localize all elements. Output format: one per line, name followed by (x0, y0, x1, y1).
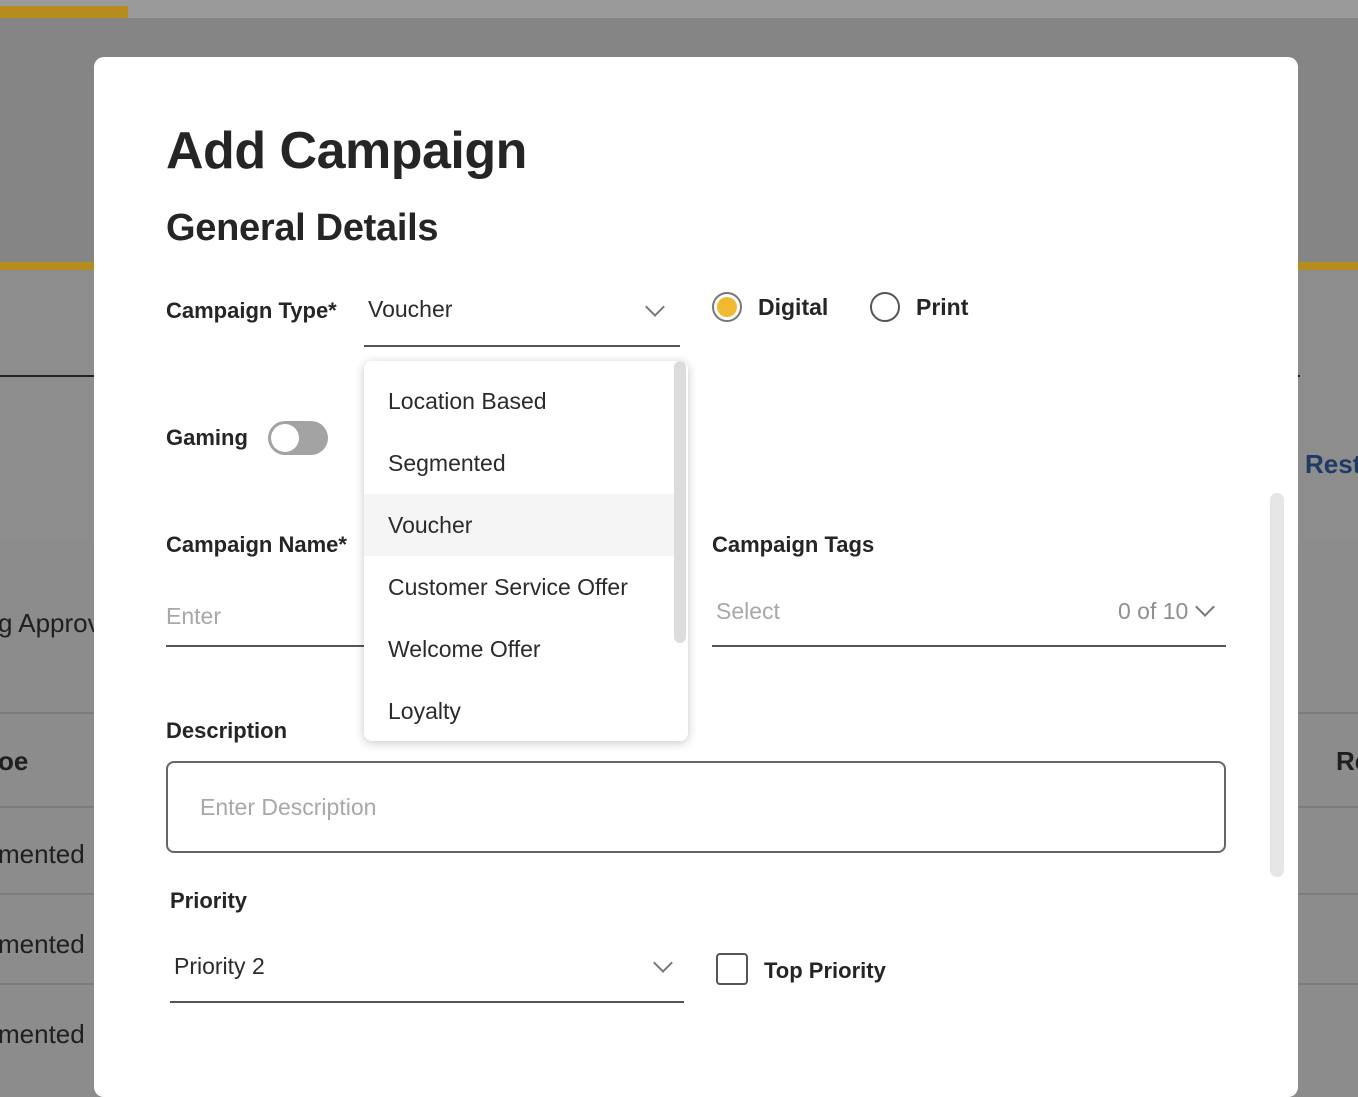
dropdown-option-welcome-offer[interactable]: Welcome Offer (364, 618, 674, 680)
campaign-tags-count: 0 of 10 (1118, 598, 1189, 624)
radio-print-label: Print (916, 293, 969, 320)
campaign-type-dropdown: Location Based Segmented Voucher Custome… (364, 361, 688, 741)
toggle-knob (271, 424, 299, 452)
campaign-type-label: Campaign Type* (166, 298, 337, 323)
background-active-tab-indicator (0, 6, 128, 18)
campaign-tags-select[interactable]: Select 0 of 10 (712, 587, 1226, 647)
description-input[interactable] (166, 761, 1226, 853)
add-campaign-modal: Add Campaign General Details Campaign Ty… (94, 57, 1298, 1097)
priority-value: Priority 2 (174, 953, 265, 979)
gaming-toggle[interactable] (268, 421, 328, 455)
background-status-text: g Approv (0, 608, 101, 638)
priority-select[interactable]: Priority 2 (170, 943, 684, 1003)
campaign-tags-label: Campaign Tags (712, 532, 875, 557)
radio-selected-icon (712, 292, 742, 322)
description-label: Description (166, 718, 288, 743)
chevron-down-icon (645, 297, 665, 317)
dropdown-option-loyalty[interactable]: Loyalty (364, 680, 674, 741)
chevron-down-icon (653, 953, 673, 973)
radio-digital[interactable]: Digital (712, 292, 828, 322)
top-priority-label: Top Priority (764, 958, 886, 983)
background-column-header: Re (1336, 746, 1358, 776)
background-table-cell: mented (0, 839, 85, 869)
radio-unselected-icon (870, 292, 900, 322)
priority-label: Priority (170, 888, 248, 913)
campaign-type-value: Voucher (368, 296, 453, 322)
background-table-cell: mented (0, 929, 85, 959)
campaign-name-input[interactable] (166, 587, 366, 647)
radio-print[interactable]: Print (870, 292, 968, 322)
modal-title: Add Campaign (166, 122, 527, 180)
dropdown-option-voucher[interactable]: Voucher (364, 494, 674, 556)
background-column-header: oe (0, 746, 29, 776)
background-reset-link: Rest (1305, 449, 1358, 479)
top-priority-checkbox[interactable] (716, 953, 748, 985)
dropdown-option-location-based[interactable]: Location Based (364, 370, 674, 432)
campaign-name-label: Campaign Name* (166, 532, 347, 557)
dropdown-scrollbar-thumb[interactable] (674, 361, 686, 643)
campaign-tags-placeholder: Select (716, 598, 780, 624)
background-top-bar (0, 0, 1358, 18)
campaign-type-select[interactable]: Voucher (364, 291, 680, 347)
dropdown-option-customer-service-offer[interactable]: Customer Service Offer (364, 556, 674, 618)
radio-digital-label: Digital (758, 293, 829, 320)
chevron-down-icon (1195, 597, 1215, 617)
gaming-label: Gaming (166, 425, 248, 450)
background-table-cell: mented (0, 1019, 85, 1049)
modal-scrollbar[interactable] (1270, 493, 1284, 877)
dropdown-option-segmented[interactable]: Segmented (364, 432, 674, 494)
section-title-general-details: General Details (166, 207, 439, 249)
